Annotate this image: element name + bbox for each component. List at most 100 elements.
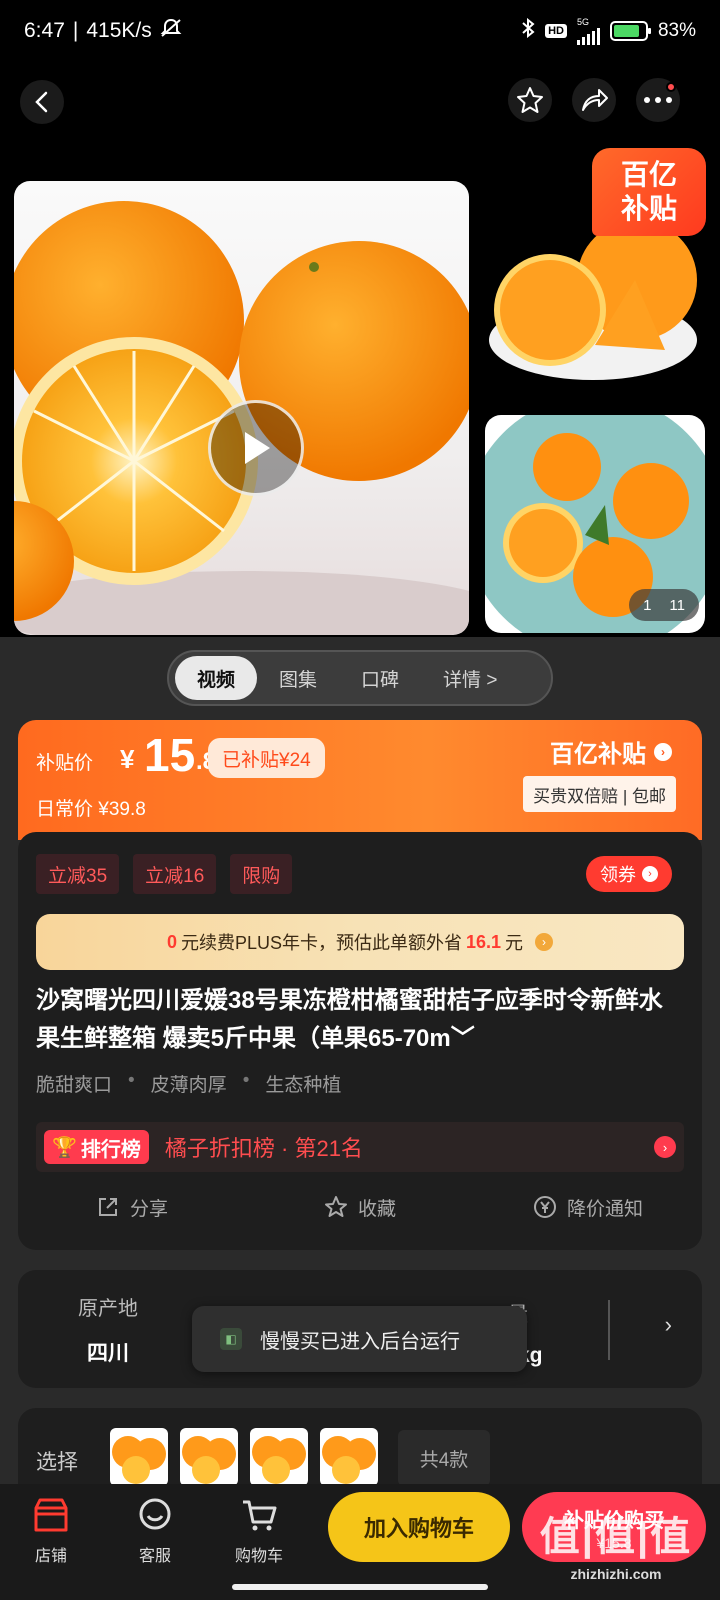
page-total: 11 [669,596,685,614]
app-icon: ◧ [220,1328,242,1350]
status-bar: 6:47 | 415K/s HD 5G 83% [0,0,720,62]
plus-membership-bar[interactable]: 0 元续费PLUS年卡，预估此单额外省 16.1 元 › [36,914,684,970]
top-nav [0,78,720,130]
mute-icon [160,18,182,44]
watermark-logo: 值|值|值 [539,1515,693,1559]
rank-badge: 🏆 排行榜 [44,1130,149,1164]
subsidy-badge: 百亿 补贴 [592,148,706,236]
orange-thumb-image [322,1436,376,1484]
tab-video[interactable]: 视频 [175,656,258,700]
subsidy-badge-line2: 补贴 [620,193,677,224]
spec-origin-value: 四川 [87,1342,129,1365]
product-gallery: 百亿 补贴 1 11 [0,140,720,640]
coupon-label: 领券 [600,865,636,885]
share-icon [98,1198,117,1216]
tab-gallery[interactable]: 图集 [257,656,339,700]
battery-percent: 83% [657,20,696,41]
yen-icon [533,1196,556,1218]
action-row: 分享 收藏 降价通知 [18,1182,702,1232]
feature-item: 生态种植 [265,1075,342,1096]
product-title[interactable]: 沙窝曙光四川爱媛38号果冻橙柑橘蜜甜桔子应季时令新鲜水果生鲜整箱 爆卖5斤中果（… [36,982,686,1058]
star-icon [517,87,543,113]
plus-prefix: 0 [166,931,177,952]
cart-button[interactable]: 购物车 [224,1494,294,1566]
spec-divider [608,1300,610,1360]
chevron-right-icon: › [535,933,554,951]
variant-thumbnail[interactable] [250,1428,308,1486]
share-button[interactable] [572,78,616,122]
spec-origin: 原产地 四川 [78,1292,138,1367]
subsidy-price-label: 补贴价 [36,753,94,774]
store-button[interactable]: 店铺 [16,1494,86,1566]
tab-details[interactable]: 详情 > [421,656,519,700]
feature-item: 皮薄肉厚 [150,1075,227,1096]
price-currency: ¥ [120,744,135,774]
background-toast: ◧ 慢慢买已进入后台运行 [192,1306,527,1372]
plus-suffix: 元 [505,933,524,953]
rank-badge-label: 排行榜 [80,1138,141,1161]
cart-label: 购物车 [234,1548,283,1565]
play-icon [245,432,270,464]
subsidy-brand-link[interactable]: 百亿补贴 › [550,734,672,769]
add-to-cart-button[interactable]: 加入购物车 [328,1492,510,1562]
play-button[interactable] [208,400,304,496]
customer-service-button[interactable]: 客服 [120,1494,190,1566]
feature-list: 脆甜爽口 • 皮薄肉厚 • 生态种植 [36,1070,342,1096]
spec-origin-label: 原产地 [78,1298,138,1320]
variant-thumbnail[interactable] [110,1428,168,1486]
price-banner: 补贴价 ¥ 15 .8 已补贴¥24 日常价 ¥39.8 百亿补贴 › 买贵双倍… [18,720,702,840]
status-time: 6:47 [24,19,65,42]
share-label: 分享 [129,1198,168,1220]
chevron-right-icon: › [654,742,672,761]
favorite-button[interactable] [508,78,552,122]
hd-badge: HD [545,24,567,38]
rank-text: 橘子折扣榜 · 第21名 [164,1136,363,1161]
share-icon [582,89,608,111]
price-integer: 15 [144,729,196,781]
store-icon [16,1494,86,1536]
share-action[interactable]: 分享 [18,1194,246,1221]
ranking-bar[interactable]: 🏆 排行榜 橘子折扣榜 · 第21名 › [36,1122,684,1172]
back-button[interactable] [20,80,64,124]
chat-smile-icon [120,1494,190,1536]
chevron-right-icon: › [654,1136,676,1158]
trophy-icon: 🏆 [52,1136,77,1159]
watermark-url: zhizhizhi.com [570,1566,662,1582]
store-label: 店铺 [34,1548,67,1565]
more-button[interactable] [636,78,680,122]
thumbnail-2[interactable]: 1 11 [485,415,705,633]
favorite-action[interactable]: 收藏 [246,1194,474,1221]
price-alert-action[interactable]: 降价通知 [474,1194,702,1221]
promo-tag: 立减35 [36,854,120,894]
main-product-video[interactable] [14,181,469,635]
more-icon [644,97,672,103]
back-icon [35,91,48,113]
image-page-indicator: 1 11 [629,589,699,621]
chevron-right-icon[interactable]: › [665,1312,672,1338]
cart-icon [224,1494,294,1536]
media-tabs: 视频 图集 口碑 详情 > [167,650,553,706]
network-type: 5G [576,16,589,27]
orange-thumb-image [112,1436,166,1484]
variant-thumbnail[interactable] [320,1428,378,1486]
chevron-right-icon: › [642,866,658,882]
promo-tag: 限购 [230,854,293,894]
normal-price: 日常价 ¥39.8 [36,799,146,820]
get-coupon-button[interactable]: 领券 › [586,856,672,892]
tab-reviews[interactable]: 口碑 [339,656,421,700]
page-current: 1 [643,596,652,614]
subsidy-brand-text: 百亿补贴 [550,741,646,768]
watermark: 值|值|值 zhizhizhi.com [526,1504,706,1582]
variant-count[interactable]: 共4款 [398,1430,490,1486]
orange-thumb-image [182,1436,236,1484]
guarantee-text: 买贵双倍赔 | 包邮 [523,776,676,812]
bluetooth-icon [521,17,535,44]
home-indicator[interactable] [232,1584,488,1590]
plus-text: 元续费PLUS年卡，预估此单额外省 [180,933,462,953]
variant-thumbnail[interactable] [180,1428,238,1486]
notification-dot [666,82,676,92]
price-alert-label: 降价通知 [566,1198,643,1220]
signal-icon: 5G [576,16,600,45]
plus-amount: 16.1 [466,931,502,952]
product-info-card: 立减35 立减16 限购 领券 › 0 元续费PLUS年卡，预估此单额外省 16… [18,832,702,1250]
